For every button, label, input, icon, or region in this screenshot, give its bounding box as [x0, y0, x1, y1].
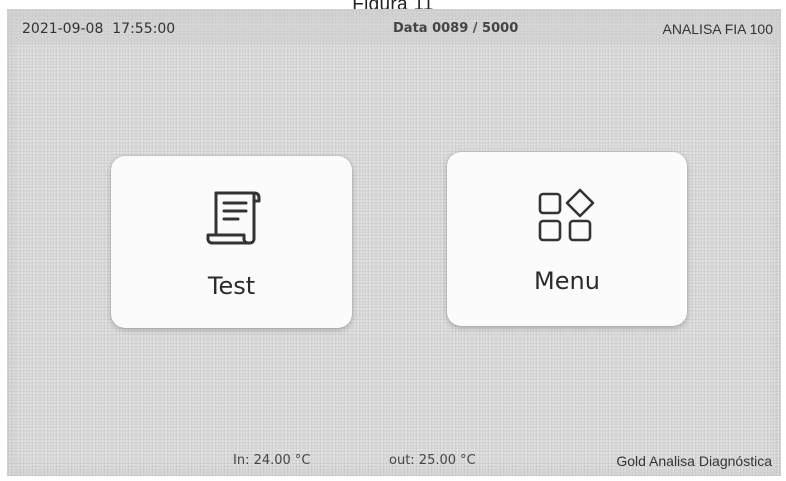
company-name: Gold Analisa Diagnóstica — [616, 453, 772, 469]
temperature-in: In: 24.00 °C — [233, 453, 311, 468]
status-bar: 2021-09-08 17:55:00 Data 0089 / 5000 ANA… — [7, 9, 781, 45]
record-count: Data 0089 / 5000 — [393, 21, 519, 36]
menu-button[interactable]: Menu — [447, 152, 687, 326]
device-screen: 2021-09-08 17:55:00 Data 0089 / 5000 ANA… — [7, 9, 781, 476]
device-name: ANALISA FIA 100 — [662, 21, 773, 37]
grid-menu-icon — [536, 188, 598, 248]
test-button[interactable]: Test — [111, 156, 352, 328]
test-label: Test — [207, 272, 256, 300]
menu-label: Menu — [534, 267, 600, 295]
page: Figura 11 2021-09-08 17:55:00 Data 0089 … — [0, 0, 786, 481]
temperature-out: out: 25.00 °C — [389, 453, 476, 468]
datetime-display: 2021-09-08 17:55:00 — [22, 21, 176, 37]
document-scroll-icon — [202, 189, 262, 251]
